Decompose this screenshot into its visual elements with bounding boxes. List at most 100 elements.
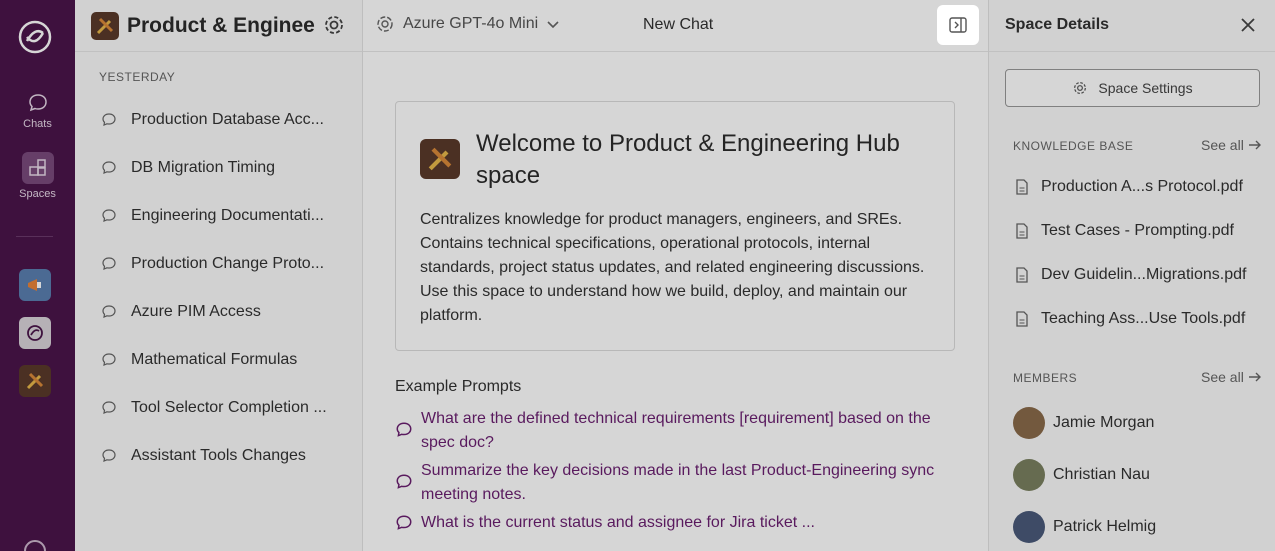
knowledge-base-label: KNOWLEDGE BASE [1013, 139, 1134, 153]
close-icon[interactable] [1238, 15, 1258, 35]
conversation-list: Production Database Acc... DB Migration … [75, 96, 362, 480]
conversation-title: Engineering Documentati... [131, 207, 324, 224]
example-prompt[interactable]: Summarize the key decisions made in the … [395, 459, 955, 507]
document-icon [1016, 179, 1028, 195]
welcome-title: Welcome to Product & Engineering Hub spa… [476, 130, 900, 189]
conversation-title: Mathematical Formulas [131, 351, 298, 368]
arrow-right-icon [1248, 140, 1261, 150]
members-see-all[interactable]: See all [1201, 369, 1262, 385]
see-all-label: See all [1201, 369, 1244, 385]
conversation-item[interactable]: Mathematical Formulas [75, 336, 362, 384]
member-item[interactable]: Jamie Morgan [1013, 407, 1154, 439]
conversation-title: Tool Selector Completion ... [131, 399, 327, 416]
chat-bubble-icon [102, 161, 116, 174]
member-item[interactable]: Christian Nau [1013, 459, 1150, 491]
space-details-panel: Space Details Space Settings KNOWLEDGE B… [988, 0, 1275, 551]
example-prompt-text: What are the defined technical requireme… [421, 410, 931, 451]
knowledge-file[interactable]: Dev Guidelin...Migrations.pdf [1013, 266, 1246, 284]
chat-bubble-icon [102, 257, 116, 270]
file-name: Production A...s Protocol.pdf [1041, 178, 1243, 195]
knowledge-file[interactable]: Test Cases - Prompting.pdf [1013, 222, 1234, 240]
space-details-header: Space Details [989, 0, 1275, 52]
avatar [1013, 511, 1045, 543]
model-name: Azure GPT-4o Mini [403, 15, 539, 32]
space-settings-button[interactable]: Space Settings [1005, 69, 1260, 107]
conversation-item[interactable]: Azure PIM Access [75, 288, 362, 336]
chat-header: Azure GPT-4o Mini New Chat [363, 0, 988, 52]
document-icon [1016, 311, 1028, 327]
see-all-label: See all [1201, 137, 1244, 153]
conversation-title: DB Migration Timing [131, 159, 276, 176]
space-avatar [420, 139, 460, 179]
section-yesterday: YESTERDAY [99, 70, 176, 84]
logo-icon [27, 325, 43, 341]
space-tile-announcements[interactable] [19, 269, 51, 301]
rail-chats-label: Chats [23, 118, 52, 130]
welcome-description: Centralizes knowledge for product manage… [420, 211, 925, 324]
conversation-title: Azure PIM Access [131, 303, 261, 320]
chat-title: New Chat [643, 16, 714, 33]
chat-main: Azure GPT-4o Mini New Chat Welcome to Pr… [363, 0, 988, 551]
knowledge-file[interactable]: Production A...s Protocol.pdf [1013, 178, 1243, 196]
app-logo-icon[interactable] [17, 19, 53, 55]
space-tile-product-engineering[interactable] [19, 365, 51, 397]
file-name: Test Cases - Prompting.pdf [1041, 222, 1234, 239]
model-selector[interactable]: Azure GPT-4o Mini [375, 14, 560, 34]
example-prompt-text: What is the current status and assignee … [421, 514, 815, 531]
chat-bubble-icon [102, 449, 116, 462]
space-title[interactable]: Product & Enginee... [127, 14, 315, 38]
file-name: Teaching Ass...Use Tools.pdf [1041, 310, 1246, 327]
document-icon [1016, 223, 1028, 239]
welcome-card: Welcome to Product & Engineering Hub spa… [395, 101, 955, 351]
rail-spaces[interactable]: Spaces [0, 152, 75, 200]
chat-bubble-icon [102, 305, 116, 318]
conversation-item[interactable]: Production Change Proto... [75, 240, 362, 288]
document-icon [1016, 267, 1028, 283]
chat-bubble-icon [102, 113, 116, 126]
conversation-item[interactable]: Production Database Acc... [75, 96, 362, 144]
conversation-item[interactable]: Assistant Tools Changes [75, 432, 362, 480]
rail-spaces-label: Spaces [19, 188, 56, 200]
openai-icon [377, 16, 393, 32]
knowledge-base-see-all[interactable]: See all [1201, 137, 1262, 153]
conversation-item[interactable]: DB Migration Timing [75, 144, 362, 192]
rail-chats[interactable]: Chats [0, 92, 75, 130]
space-settings-label: Space Settings [1098, 80, 1193, 96]
toggle-panel-button[interactable] [937, 5, 979, 45]
grid-icon [28, 159, 46, 176]
pencil-ruler-icon [96, 17, 114, 34]
gear-icon [1074, 82, 1087, 94]
conversation-title: Production Change Proto... [131, 255, 325, 272]
member-item[interactable]: Patrick Helmig [1013, 511, 1156, 543]
space-header: Product & Enginee... [75, 0, 362, 52]
conversation-title: Production Database Acc... [131, 111, 324, 128]
sidebar-panel-icon [949, 17, 967, 33]
example-prompt[interactable]: What are the defined technical requireme… [395, 407, 955, 455]
app-rail: Chats Spaces [0, 0, 75, 551]
example-prompts-label: Example Prompts [395, 378, 522, 395]
conversation-sidebar: Product & Enginee... YESTERDAY Productio… [75, 0, 363, 551]
example-prompt-text: Summarize the key decisions made in the … [421, 462, 935, 503]
space-avatar [91, 11, 119, 40]
avatar [1013, 407, 1045, 439]
chat-bubble-icon [396, 515, 412, 530]
file-name: Dev Guidelin...Migrations.pdf [1041, 266, 1247, 283]
chat-bubble-icon [102, 401, 116, 414]
avatar [1013, 459, 1045, 491]
conversation-item[interactable]: Tool Selector Completion ... [75, 384, 362, 432]
chat-bubble-icon [28, 94, 47, 112]
space-tile-general[interactable] [19, 317, 51, 349]
example-prompt[interactable]: What is the current status and assignee … [395, 511, 955, 535]
pencil-ruler-icon [428, 147, 452, 171]
knowledge-file[interactable]: Teaching Ass...Use Tools.pdf [1013, 310, 1245, 328]
conversation-item[interactable]: Engineering Documentati... [75, 192, 362, 240]
arrow-right-icon [1248, 372, 1261, 382]
member-name: Jamie Morgan [1053, 414, 1155, 431]
help-icon[interactable] [24, 540, 46, 551]
chat-bubble-icon [102, 209, 116, 222]
chat-bubble-icon [396, 474, 412, 489]
gear-icon[interactable] [322, 13, 346, 37]
members-label: MEMBERS [1013, 371, 1078, 385]
chat-bubble-icon [396, 422, 412, 437]
space-details-title: Space Details [1005, 16, 1110, 33]
